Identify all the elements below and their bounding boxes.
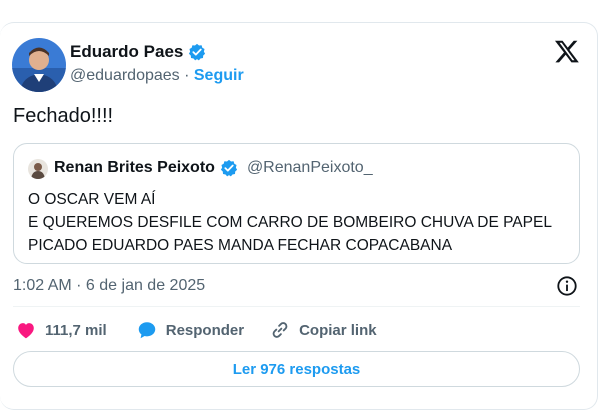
author-handle[interactable]: @eduardopaes xyxy=(70,67,180,84)
like-count: 111,7 mil xyxy=(45,321,107,339)
tweet-text: Fechado!!!! xyxy=(13,105,114,127)
quoted-author-avatar xyxy=(28,159,48,179)
verified-badge-icon xyxy=(189,43,206,61)
info-icon[interactable] xyxy=(556,275,578,297)
x-logo-icon[interactable] xyxy=(554,38,580,64)
tweet-timestamp[interactable]: 1:02 AM · 6 de jan de 2025 xyxy=(13,277,205,295)
quoted-author: Renan Brites Peixoto @RenanPeixoto_ xyxy=(54,159,373,177)
heart-icon xyxy=(18,323,34,339)
author-handle-row: @eduardopaes · Seguir xyxy=(70,67,244,85)
quoted-text-line: PICADO EDUARDO PAES MANDA FECHAR COPACAB… xyxy=(28,237,453,254)
quoted-author-name: Renan Brites Peixoto xyxy=(54,159,215,176)
author-avatar[interactable] xyxy=(12,38,66,92)
quoted-text-line: E QUEREMOS DESFILE COM CARRO DE BOMBEIRO… xyxy=(28,214,552,231)
quoted-tweet[interactable]: Renan Brites Peixoto @RenanPeixoto_ O OS… xyxy=(13,143,580,264)
copy-link-button[interactable]: Copiar link xyxy=(269,319,377,341)
author-name[interactable]: Eduardo Paes xyxy=(70,42,206,62)
tweet-actions: 111,7 mil Responder Copiar link xyxy=(13,318,377,342)
quoted-author-handle: @RenanPeixoto_ xyxy=(246,159,373,176)
handle-separator: · xyxy=(179,67,194,84)
quoted-text-line: O OSCAR VEM AÍ xyxy=(28,191,156,208)
follow-button[interactable]: Seguir xyxy=(194,67,244,84)
divider xyxy=(13,306,580,307)
verified-badge-icon xyxy=(220,159,238,177)
reply-label: Responder xyxy=(165,321,245,339)
read-replies-button[interactable]: Ler 976 respostas xyxy=(13,351,580,387)
link-icon xyxy=(272,322,288,338)
reply-bubble-icon xyxy=(138,322,155,339)
like-button[interactable]: 111,7 mil xyxy=(15,319,107,341)
reply-button[interactable]: Responder xyxy=(136,319,244,341)
copy-link-label: Copiar link xyxy=(299,321,377,339)
quoted-tweet-text: O OSCAR VEM AÍ E QUEREMOS DESFILE COM CA… xyxy=(28,188,552,257)
